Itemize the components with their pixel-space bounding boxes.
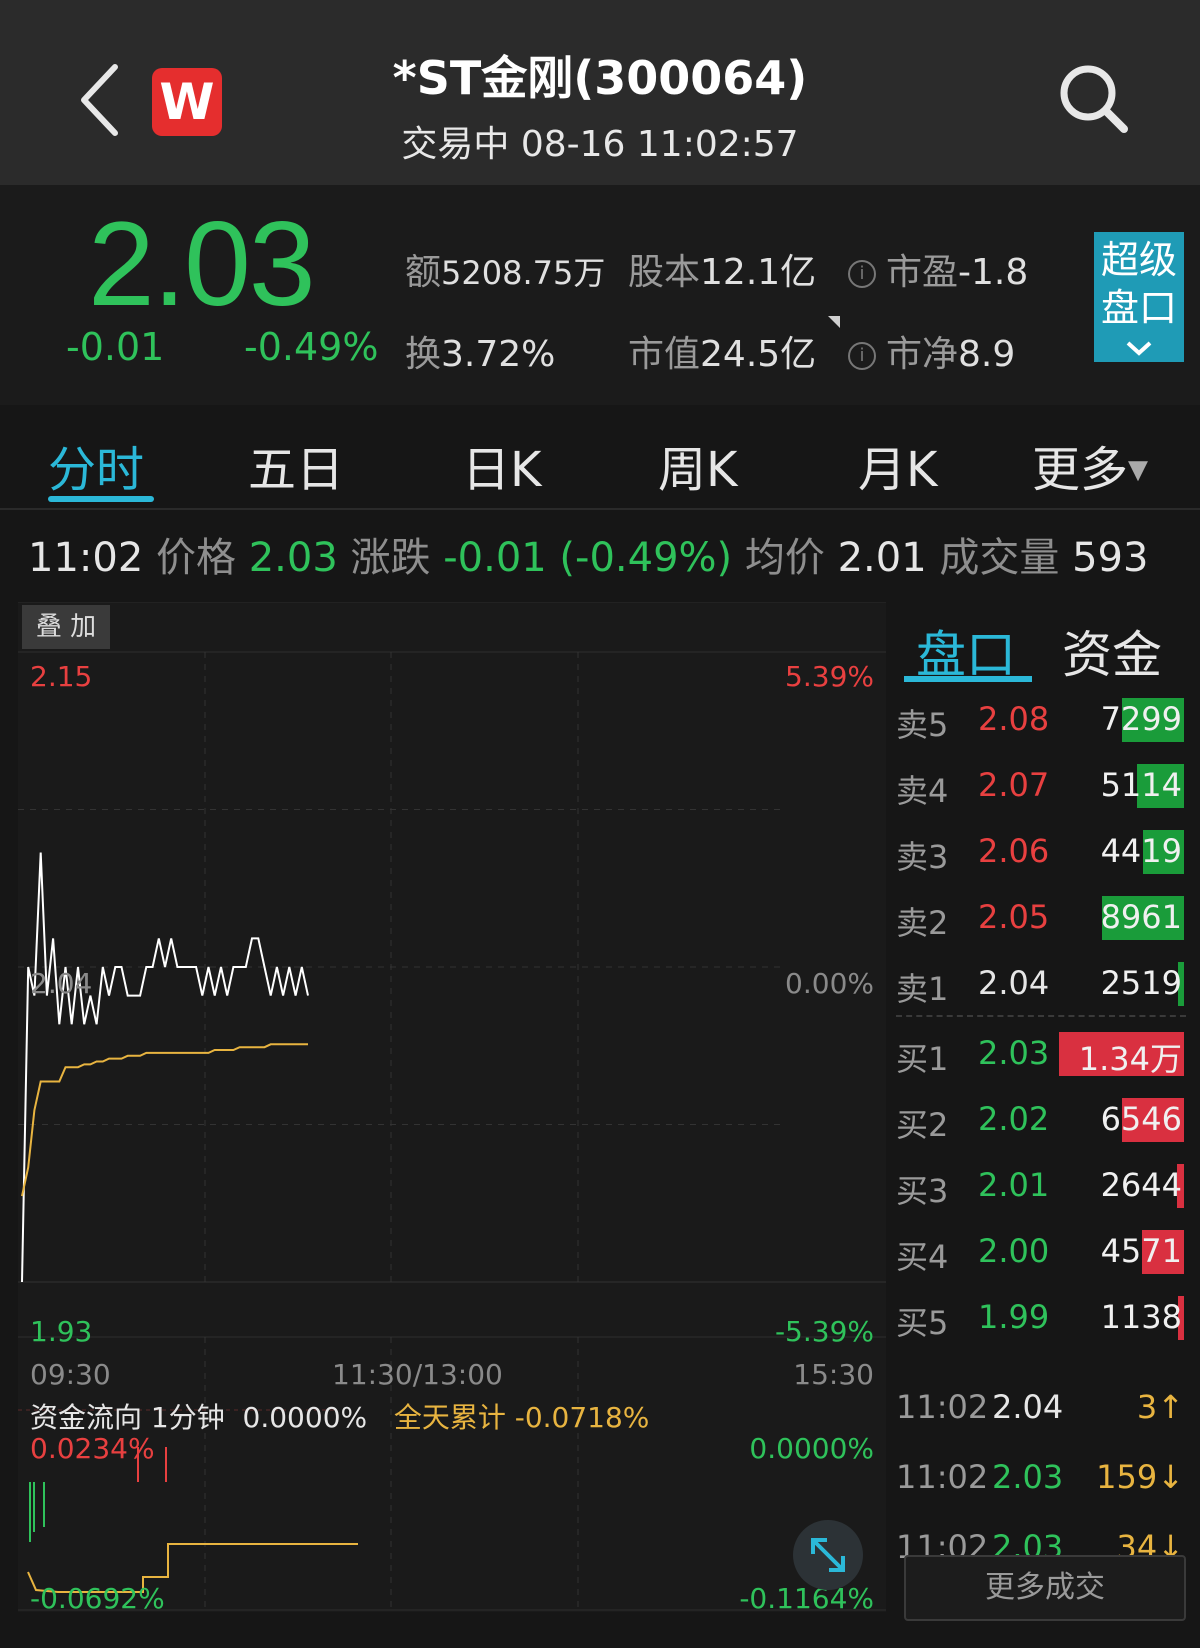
level-label: 卖5 xyxy=(896,706,949,744)
tab-daily-k[interactable]: 日K xyxy=(462,430,541,500)
turnover-rate: 换3.72% xyxy=(405,334,556,375)
info-icon: i xyxy=(848,260,876,288)
stock-title: *ST金刚(300064) xyxy=(392,51,808,105)
bid-level[interactable]: 买4 2.00 4571 xyxy=(896,1222,1186,1280)
search-icon xyxy=(1060,65,1128,133)
level-price: 2.08 xyxy=(978,700,1050,738)
cursor-info-row: 11:02 价格 2.03 涨跌 -0.01 (-0.49%) 均价 2.01 … xyxy=(28,535,1149,581)
bid-level[interactable]: 买3 2.01 2644 xyxy=(896,1156,1186,1214)
fullscreen-button[interactable] xyxy=(793,1520,863,1590)
level-price: 2.03 xyxy=(978,1034,1050,1072)
level-volume: 6546 xyxy=(1100,1100,1182,1138)
trading-status: 交易中 08-16 11:02:57 xyxy=(401,124,799,165)
ask-level[interactable]: 卖4 2.07 5114 xyxy=(896,756,1186,814)
level-volume: 1.34万 xyxy=(1078,1040,1182,1078)
level-volume: 4571 xyxy=(1100,1232,1182,1270)
tick-price: 2.03 xyxy=(992,1458,1064,1496)
share-capital: 股本12.1亿 xyxy=(628,252,817,293)
level-volume: 5114 xyxy=(1100,766,1182,804)
current-price: 2.03 xyxy=(88,197,316,331)
market-cap[interactable]: 市值24.5亿 xyxy=(628,325,816,377)
pe-ratio[interactable]: i 市盈-1.8 xyxy=(848,243,1028,295)
tick-volume: 159↓ xyxy=(1096,1458,1184,1496)
level-label: 卖4 xyxy=(896,772,949,810)
tab-monthly-k[interactable]: 月K xyxy=(858,430,937,500)
level-volume: 8961 xyxy=(1100,898,1182,936)
level-price: 2.06 xyxy=(978,832,1050,870)
level-price: 2.07 xyxy=(978,766,1050,804)
tick-price: 2.04 xyxy=(992,1388,1064,1426)
tab-weekly-k[interactable]: 周K xyxy=(658,430,737,500)
ask-level[interactable]: 卖1 2.04 2519 xyxy=(896,954,1186,1012)
level-label: 卖1 xyxy=(896,970,949,1008)
info-icon: i xyxy=(848,342,876,370)
app-logo[interactable]: W xyxy=(152,68,222,136)
tab-more[interactable]: 更多▼ xyxy=(1032,430,1148,500)
y-axis-mid-label: 2.04 xyxy=(30,967,93,1000)
level-label: 卖2 xyxy=(896,904,949,942)
y-axis-max-label: 2.15 xyxy=(30,660,93,693)
bid-ask-divider xyxy=(896,1015,1186,1017)
level-price: 2.05 xyxy=(978,898,1050,936)
x-axis-start-label: 09:30 xyxy=(30,1358,111,1391)
period-tabs: 分时 五日 日K 周K 月K 更多▼ xyxy=(0,410,1200,510)
level-price: 2.00 xyxy=(978,1232,1050,1270)
level-volume: 1138 xyxy=(1100,1298,1182,1336)
level-label: 买5 xyxy=(896,1304,949,1342)
tab-intraday[interactable]: 分时 xyxy=(48,430,144,500)
pct-axis-max-label: 5.39% xyxy=(785,660,874,693)
chevron-left-icon xyxy=(81,64,118,136)
tab-five-day[interactable]: 五日 xyxy=(248,430,344,500)
price-change-pct: -0.49% xyxy=(244,325,379,369)
flow-right-max-label: 0.0000% xyxy=(749,1432,874,1465)
level-price: 2.04 xyxy=(978,964,1050,1002)
bid-level[interactable]: 买2 2.02 6546 xyxy=(896,1090,1186,1148)
average-price-line xyxy=(21,1043,308,1197)
tick-time: 11:02 xyxy=(896,1458,989,1496)
overlay-button[interactable]: 叠 加 xyxy=(22,605,110,649)
ask-level[interactable]: 卖5 2.08 7299 xyxy=(896,690,1186,748)
level-price: 2.02 xyxy=(978,1100,1050,1138)
level-volume: 7299 xyxy=(1100,700,1182,738)
bid-level[interactable]: 买1 2.03 1.34万 xyxy=(896,1024,1186,1082)
tick-volume: 3↑ xyxy=(1136,1388,1184,1426)
x-axis-mid-label: 11:30/13:00 xyxy=(332,1358,503,1391)
level-volume: 4419 xyxy=(1100,832,1182,870)
level-price: 1.99 xyxy=(978,1298,1050,1336)
pct-axis-mid-label: 0.00% xyxy=(785,967,874,1000)
more-trades-button[interactable]: 更多成交 xyxy=(904,1555,1186,1621)
x-axis-end-label: 15:30 xyxy=(793,1358,874,1391)
super-orderbook-button[interactable]: 超级 盘口 xyxy=(1094,232,1184,362)
turnover-amount: 额5208.75万 xyxy=(405,252,606,293)
level-label: 买2 xyxy=(896,1106,949,1144)
price-change: -0.01 xyxy=(66,325,165,369)
dropdown-corner-icon xyxy=(828,313,840,328)
tab-fund[interactable]: 资金 xyxy=(1062,615,1162,687)
ask-level[interactable]: 卖3 2.06 4419 xyxy=(896,822,1186,880)
level-volume: 2519 xyxy=(1100,964,1182,1002)
bid-level[interactable]: 买5 1.99 1138 xyxy=(896,1288,1186,1346)
orderbook-tab-indicator xyxy=(904,676,1032,682)
pb-ratio[interactable]: i 市净8.9 xyxy=(848,325,1015,377)
fund-flow-header: 资金流向 1分钟 0.0000% 全天累计 -0.0718% xyxy=(30,1401,650,1434)
flow-left-max-label: 0.0234% xyxy=(30,1432,155,1465)
level-label: 买3 xyxy=(896,1172,949,1210)
level-volume: 2644 xyxy=(1100,1166,1182,1204)
tick-time: 11:02 xyxy=(896,1388,989,1426)
chevron-down-icon xyxy=(1126,341,1152,356)
y-axis-min-label: 1.93 xyxy=(30,1315,93,1348)
level-price: 2.01 xyxy=(978,1166,1050,1204)
expand-arrows-icon xyxy=(811,1538,845,1572)
ask-level[interactable]: 卖2 2.05 8961 xyxy=(896,888,1186,946)
search-button[interactable] xyxy=(1050,55,1140,145)
back-button[interactable] xyxy=(70,55,140,145)
level-label: 卖3 xyxy=(896,838,949,876)
level-label: 买1 xyxy=(896,1040,949,1078)
pct-axis-min-label: -5.39% xyxy=(774,1315,874,1348)
caret-down-icon: ▼ xyxy=(1128,455,1149,485)
active-tab-indicator xyxy=(48,496,154,502)
level-label: 买4 xyxy=(896,1238,949,1276)
flow-left-min-label: -0.0692% xyxy=(30,1582,165,1615)
